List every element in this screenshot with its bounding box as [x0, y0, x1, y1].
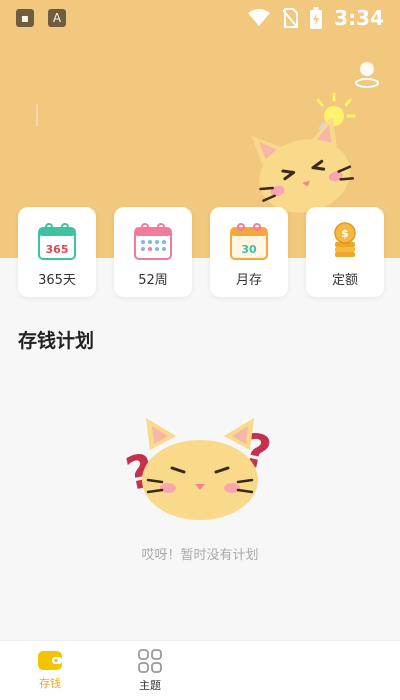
section-title: 存钱计划: [18, 330, 95, 352]
nav-item-savings[interactable]: 存钱: [20, 649, 80, 691]
empty-state-cat-illustration: ? ?: [121, 418, 276, 520]
status-bar: ▪ A 3:34: [0, 0, 400, 36]
coin-symbol: $: [341, 227, 349, 240]
empty-state-message: 哎呀！暂时没有计划: [141, 548, 259, 563]
nav-item-theme[interactable]: 主题: [120, 649, 180, 693]
saving-category-cards: 365 365天 52周 30 月存 $ 定额: [18, 207, 384, 297]
category-label-365: 365天: [38, 273, 76, 288]
calendar-30-icon: 30: [230, 223, 268, 260]
cat-illustration: [251, 118, 354, 213]
category-label-monthly: 月存: [235, 273, 262, 288]
category-365-days-card[interactable]: 365 365天: [18, 207, 96, 297]
wallet-icon: [38, 651, 62, 670]
calendar-365-icon: 365: [38, 223, 76, 260]
wifi-icon: [248, 9, 271, 26]
category-52-weeks-card[interactable]: 52周: [114, 207, 192, 297]
calendar-30-text: 30: [241, 243, 257, 256]
category-label-52-weeks: 52周: [138, 273, 168, 288]
clock-time: 3:34: [334, 6, 384, 30]
profile-icon[interactable]: [354, 60, 380, 88]
nav-label-theme: 主题: [139, 679, 161, 692]
no-sim-icon: [282, 8, 299, 28]
decorative-line: [36, 104, 38, 126]
calendar-weeks-icon: [134, 223, 172, 260]
category-monthly-card[interactable]: 30 月存: [210, 207, 288, 297]
battery-charging-icon: [310, 7, 323, 29]
app-notification-icon: ▪: [16, 9, 34, 27]
font-app-icon: A: [48, 9, 66, 27]
calendar-365-text: 365: [46, 243, 69, 256]
bottom-nav: 存钱 主题: [0, 640, 400, 700]
coin-stack-icon: $: [334, 222, 356, 257]
grid-icon: [138, 649, 162, 673]
category-label-fixed-amount: 定额: [331, 273, 358, 288]
nav-label-savings: 存钱: [39, 677, 61, 690]
category-fixed-amount-card[interactable]: $ 定额: [306, 207, 384, 297]
